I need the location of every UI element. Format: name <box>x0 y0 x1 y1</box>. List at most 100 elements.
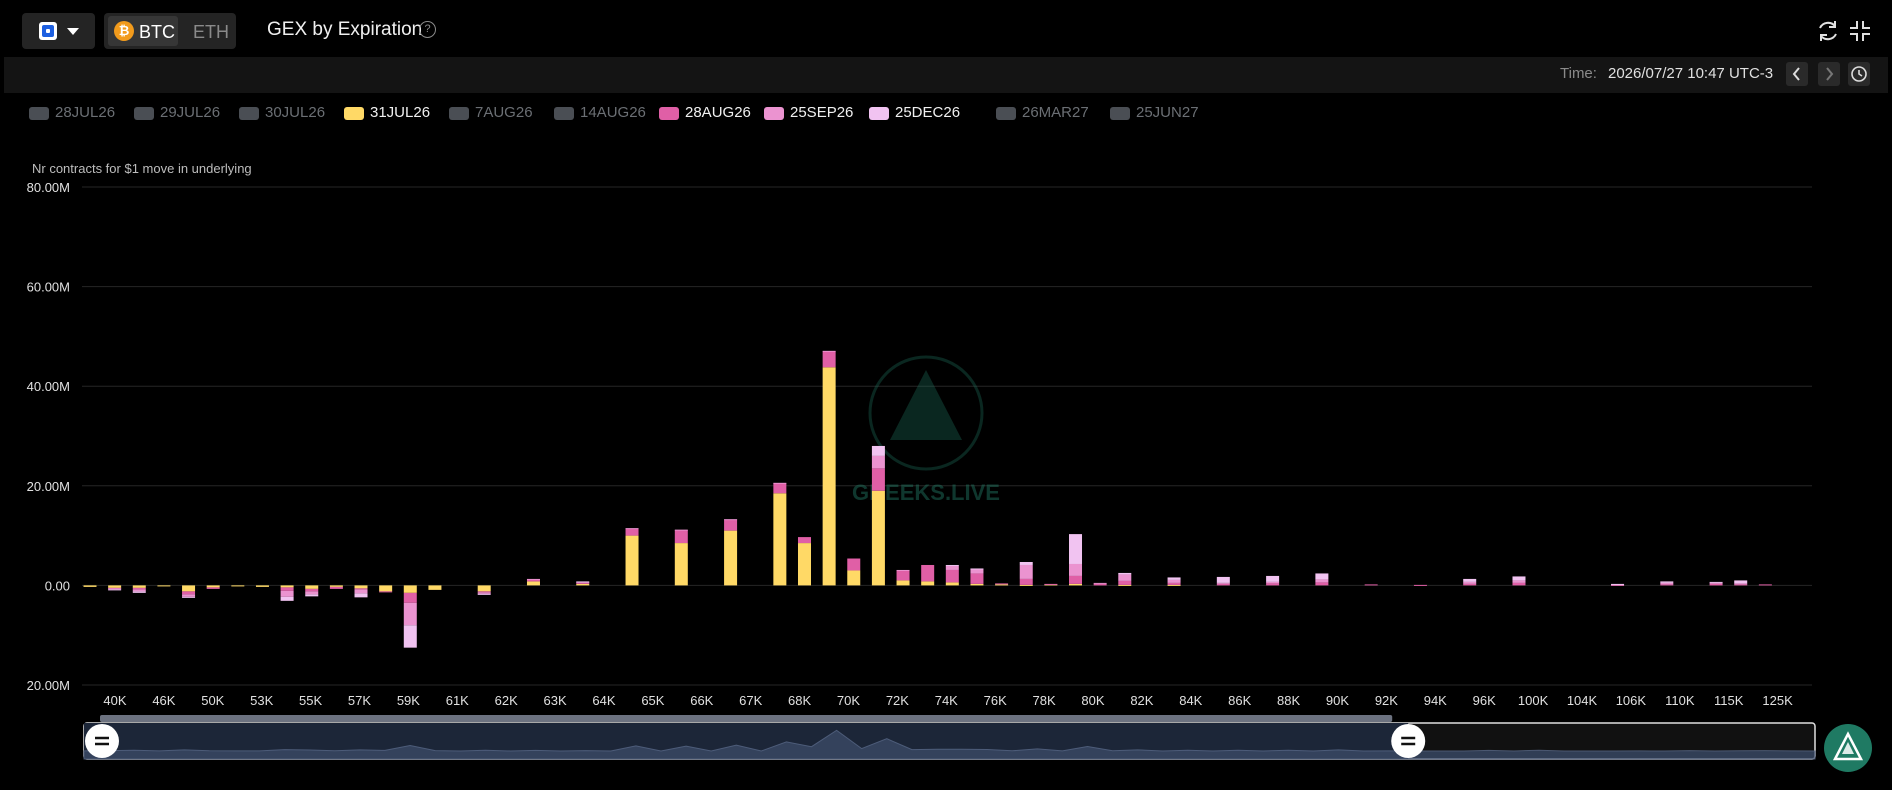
prev-time-button[interactable] <box>1786 62 1808 86</box>
bar-31jul26-60k[interactable] <box>403 585 417 593</box>
bar-25dec26-106k[interactable] <box>1611 583 1625 585</box>
bar-28aug26-78k[interactable] <box>1019 578 1033 585</box>
bar-25sep26-80k[interactable] <box>1069 563 1083 576</box>
bar-31jul26-53k[interactable] <box>231 585 245 587</box>
bar-28aug26-57k[interactable] <box>329 586 343 589</box>
bar-31jul26-80k[interactable] <box>1069 583 1083 586</box>
bar-25sep26-100k[interactable] <box>1512 580 1526 583</box>
bar-28aug26-96k[interactable] <box>1463 583 1477 586</box>
bar-31jul26-68k[interactable] <box>773 493 787 586</box>
bar-31jul26-75k[interactable] <box>945 582 959 586</box>
bar-28aug26-72k[interactable] <box>871 468 885 491</box>
bar-28aug26-65k[interactable] <box>625 528 639 536</box>
bar-31jul26-40k[interactable] <box>83 585 97 587</box>
bar-28aug26-52k[interactable] <box>206 587 220 589</box>
bar-25dec26-78k[interactable] <box>1019 561 1033 565</box>
bar-28aug26-73k[interactable] <box>896 570 910 581</box>
bar-31jul26-69k[interactable] <box>797 543 811 586</box>
bar-28aug26-84k[interactable] <box>1167 582 1181 585</box>
bar-28aug26-82k[interactable] <box>1118 580 1132 585</box>
bar-25dec26-115k[interactable] <box>1709 581 1723 583</box>
bar-25sep26-56k[interactable] <box>305 591 319 595</box>
bar-25dec26-50k[interactable] <box>182 596 196 598</box>
bar-28aug26-79k[interactable] <box>1044 583 1058 585</box>
bar-28aug26-58k[interactable] <box>354 588 368 590</box>
bar-25sep26-75k[interactable] <box>945 565 959 570</box>
refresh-icon[interactable] <box>1815 18 1841 44</box>
bar-28aug26-50k[interactable] <box>182 591 196 595</box>
bar-25dec26-80k[interactable] <box>1069 534 1083 564</box>
bar-31jul26-58k[interactable] <box>354 585 368 589</box>
bar-25dec26-110k[interactable] <box>1660 581 1674 583</box>
bar-31jul26-45k[interactable] <box>108 585 122 588</box>
bar-31jul26-77k[interactable] <box>995 584 1009 586</box>
bar-25sep26-84k[interactable] <box>1167 579 1181 583</box>
bar-25sep26-70k[interactable] <box>822 350 836 352</box>
bar-28aug26-60k[interactable] <box>403 592 417 603</box>
bar-31jul26-50k[interactable] <box>182 585 196 592</box>
bar-31jul26-71k[interactable] <box>847 570 861 586</box>
bar-28aug26-120k[interactable] <box>1734 584 1748 586</box>
bar-31jul26-67k[interactable] <box>724 530 738 586</box>
zoom-start-handle-icon[interactable] <box>85 724 119 758</box>
bar-28aug26-74k[interactable] <box>921 564 935 582</box>
bar-28aug26-71k[interactable] <box>847 558 861 571</box>
bar-25sep26-68k[interactable] <box>773 482 787 484</box>
bar-25sep26-45k[interactable] <box>108 588 122 590</box>
bar-25sep26-115k[interactable] <box>1709 582 1723 584</box>
bar-31jul26-46k[interactable] <box>132 585 146 588</box>
bar-25dec26-90k[interactable] <box>1315 573 1329 580</box>
bar-25dec26-96k[interactable] <box>1463 578 1477 582</box>
bar-25sep26-62k[interactable] <box>477 592 491 594</box>
bar-31jul26-59k[interactable] <box>379 585 393 592</box>
bar-25dec26-46k[interactable] <box>132 591 146 593</box>
zoom-end-handle-icon[interactable] <box>1391 724 1426 758</box>
bar-25sep26-50k[interactable] <box>182 594 196 597</box>
bar-28aug26-110k[interactable] <box>1660 584 1674 586</box>
bar-25dec26-84k[interactable] <box>1167 577 1181 580</box>
bar-31jul26-52k[interactable] <box>206 585 220 588</box>
bar-31jul26-56k[interactable] <box>305 585 319 589</box>
bar-31jul26-54k[interactable] <box>255 585 269 587</box>
bar-31jul26-65k[interactable] <box>625 535 639 586</box>
bar-31jul26-78k[interactable] <box>1019 584 1033 586</box>
bar-25dec26-55k[interactable] <box>280 596 294 601</box>
bar-25dec26-82k[interactable] <box>1118 572 1132 575</box>
bar-31jul26-84k[interactable] <box>1167 584 1181 586</box>
bar-25dec26-45k[interactable] <box>108 589 122 591</box>
bar-31jul26-66k[interactable] <box>674 543 688 586</box>
bar-25sep26-120k[interactable] <box>1734 583 1748 585</box>
bar-28aug26-86k[interactable] <box>1216 583 1230 586</box>
bar-28aug26-66k[interactable] <box>674 530 688 544</box>
bar-25sep26-82k[interactable] <box>1118 574 1132 581</box>
bar-31jul26-64k[interactable] <box>576 583 590 586</box>
bar-28aug26-81k[interactable] <box>1093 583 1107 586</box>
bar-25sep26-81k[interactable] <box>1093 582 1107 584</box>
bar-28aug26-76k[interactable] <box>970 573 984 584</box>
bar-25dec26-62k[interactable] <box>477 593 491 595</box>
history-button[interactable] <box>1848 62 1870 86</box>
bar-28aug26-62k[interactable] <box>477 591 491 593</box>
bar-31jul26-70k[interactable] <box>822 367 836 586</box>
bar-25dec26-75k[interactable] <box>945 564 959 566</box>
bar-25sep26-63k[interactable] <box>526 578 540 580</box>
bar-31jul26-72k[interactable] <box>871 490 885 586</box>
bar-28aug26-75k[interactable] <box>945 569 959 583</box>
tab-btc[interactable]: ₿ BTC <box>108 16 178 46</box>
bar-28aug26-77k[interactable] <box>995 583 1009 585</box>
bar-28aug26-55k[interactable] <box>280 587 294 591</box>
bar-28aug26-94k[interactable] <box>1413 584 1427 586</box>
bar-25sep26-65k[interactable] <box>625 528 639 530</box>
bar-25sep26-60k[interactable] <box>403 602 417 626</box>
bar-25dec26-56k[interactable] <box>305 594 319 597</box>
bar-25sep26-96k[interactable] <box>1463 581 1477 584</box>
bar-25dec26-100k[interactable] <box>1512 576 1526 581</box>
bar-31jul26-62k[interactable] <box>477 585 491 592</box>
bar-28aug26-56k[interactable] <box>305 588 319 592</box>
bar-25sep26-55k[interactable] <box>280 590 294 597</box>
bar-25dec26-76k[interactable] <box>970 568 984 570</box>
tab-eth[interactable]: ETH <box>193 22 229 43</box>
bar-25dec26-72k[interactable] <box>871 445 885 456</box>
zoom-drag-bar[interactable] <box>100 715 1393 722</box>
bar-28aug26-100k[interactable] <box>1512 582 1526 586</box>
